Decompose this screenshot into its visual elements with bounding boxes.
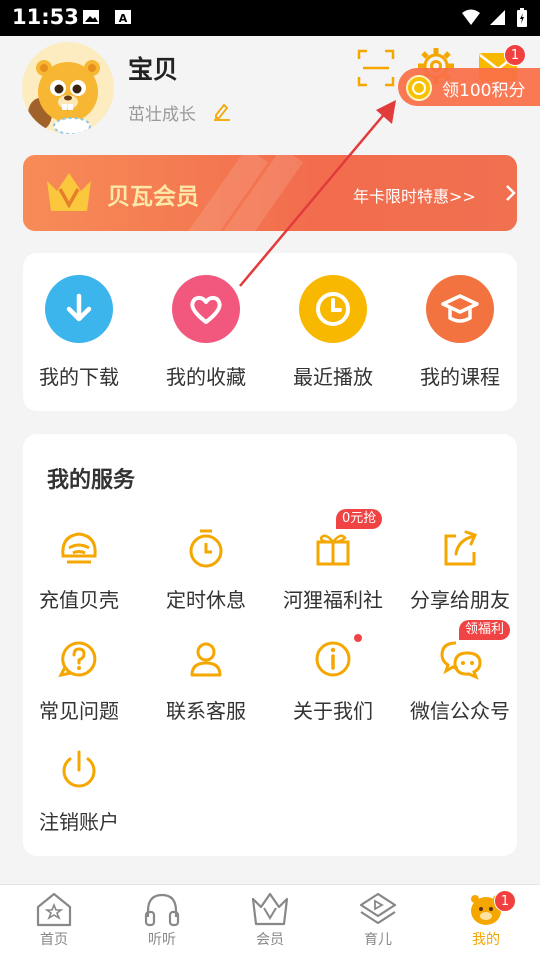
quick-courses[interactable]: 我的课程 bbox=[398, 275, 522, 390]
tab-badge: 1 bbox=[494, 890, 516, 912]
home-icon bbox=[0, 891, 108, 927]
growth-label: 茁壮成长 bbox=[128, 105, 196, 125]
quick-download-label: 我的下载 bbox=[39, 365, 119, 389]
services-card: 我的服务 充值贝壳 定时休息 0元抢 河狸福利社 分享给朋友 常见问题 联系客服… bbox=[23, 434, 517, 856]
clock-icon bbox=[299, 275, 367, 343]
service-faq[interactable]: 常见问题 bbox=[14, 637, 144, 724]
scan-icon[interactable] bbox=[357, 49, 395, 87]
quick-recent-label: 最近播放 bbox=[293, 365, 373, 389]
service-delete-account[interactable]: 注销账户 bbox=[14, 748, 144, 835]
heart-icon bbox=[172, 275, 240, 343]
timer-icon bbox=[184, 526, 228, 570]
service-label: 关于我们 bbox=[293, 699, 373, 723]
headphones-icon bbox=[108, 891, 216, 927]
service-label: 联系客服 bbox=[166, 699, 246, 723]
service-welfare-club[interactable]: 0元抢 河狸福利社 bbox=[268, 509, 398, 613]
chevron-right-icon bbox=[506, 185, 516, 201]
vip-promo-link[interactable]: 年卡限时特惠>> bbox=[353, 183, 476, 207]
share-icon bbox=[438, 526, 482, 570]
coin-icon bbox=[406, 75, 432, 101]
service-label: 常见问题 bbox=[39, 699, 119, 723]
tab-label: 听听 bbox=[148, 932, 176, 948]
avatar[interactable] bbox=[22, 42, 114, 134]
download-icon bbox=[45, 275, 113, 343]
tab-label: 首页 bbox=[40, 932, 68, 948]
service-timed-rest[interactable]: 定时休息 bbox=[141, 526, 271, 613]
promo-tag: 领福利 bbox=[459, 620, 511, 640]
service-about-us[interactable]: 关于我们 bbox=[268, 634, 398, 724]
points-promo-button[interactable]: 领100积分 bbox=[398, 68, 540, 106]
quick-favorites-label: 我的收藏 bbox=[166, 365, 246, 389]
tab-vip[interactable]: 会员 bbox=[216, 891, 324, 949]
services-title: 我的服务 bbox=[47, 468, 136, 493]
wifi-icon bbox=[462, 9, 480, 25]
bottom-tab-bar: 首页 听听 会员 育儿 1 我的 bbox=[0, 884, 540, 961]
crown-icon bbox=[216, 891, 324, 927]
quick-favorites[interactable]: 我的收藏 bbox=[144, 275, 268, 390]
service-label: 微信公众号 bbox=[410, 699, 510, 723]
battery-icon bbox=[517, 8, 527, 27]
points-promo-label: 领100积分 bbox=[442, 81, 526, 101]
service-share[interactable]: 分享给朋友 bbox=[395, 526, 525, 613]
tab-mine[interactable]: 1 我的 bbox=[432, 890, 540, 949]
quick-recent[interactable]: 最近播放 bbox=[271, 275, 395, 390]
svg-text:A: A bbox=[119, 12, 128, 25]
parenting-icon bbox=[324, 891, 432, 927]
quick-download[interactable]: 我的下载 bbox=[17, 275, 141, 390]
service-label: 注销账户 bbox=[39, 810, 119, 834]
wechat-icon bbox=[438, 637, 482, 681]
status-time: 11:53 bbox=[12, 5, 79, 29]
tab-home[interactable]: 首页 bbox=[0, 891, 108, 949]
edit-icon[interactable] bbox=[212, 101, 232, 121]
tab-parenting[interactable]: 育儿 bbox=[324, 891, 432, 949]
quick-courses-label: 我的课程 bbox=[420, 365, 500, 389]
service-label: 充值贝壳 bbox=[39, 588, 119, 612]
power-icon bbox=[57, 748, 101, 792]
status-bar: 11:53 A bbox=[0, 0, 540, 36]
tab-label: 我的 bbox=[472, 932, 500, 948]
mail-badge: 1 bbox=[504, 44, 526, 66]
quick-actions-card: 我的下载 我的收藏 最近播放 我的课程 bbox=[23, 253, 517, 411]
tab-listen[interactable]: 听听 bbox=[108, 891, 216, 949]
question-icon bbox=[57, 637, 101, 681]
gift-icon bbox=[311, 526, 355, 570]
mine-icon: 1 bbox=[432, 890, 540, 927]
service-label: 定时休息 bbox=[166, 588, 246, 612]
service-recharge-shells[interactable]: 充值贝壳 bbox=[14, 526, 144, 613]
vip-title: 贝瓦会员 bbox=[107, 184, 199, 210]
new-indicator-dot bbox=[354, 634, 362, 642]
info-icon bbox=[311, 637, 355, 681]
service-label: 河狸福利社 bbox=[283, 588, 383, 612]
promo-tag: 0元抢 bbox=[336, 509, 383, 529]
username[interactable]: 宝贝 bbox=[128, 50, 178, 86]
service-wechat-account[interactable]: 领福利 微信公众号 bbox=[395, 620, 525, 724]
tab-label: 育儿 bbox=[364, 932, 392, 948]
vip-banner[interactable]: 贝瓦会员 年卡限时特惠>> bbox=[23, 155, 517, 231]
graduation-cap-icon bbox=[426, 275, 494, 343]
signal-icon bbox=[490, 10, 505, 25]
shell-icon bbox=[57, 526, 101, 570]
crown-icon bbox=[47, 173, 91, 211]
gallery-notification-icon bbox=[83, 10, 99, 24]
service-label: 分享给朋友 bbox=[410, 588, 510, 612]
tab-label: 会员 bbox=[256, 932, 284, 948]
service-customer-support[interactable]: 联系客服 bbox=[141, 637, 271, 724]
customer-service-icon bbox=[184, 637, 228, 681]
text-notification-icon: A bbox=[115, 10, 131, 25]
